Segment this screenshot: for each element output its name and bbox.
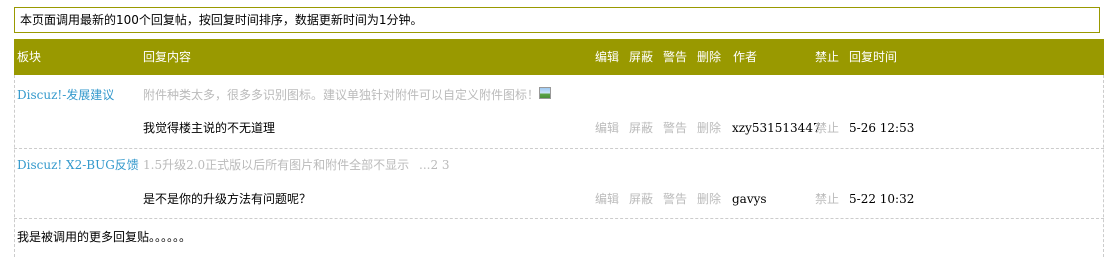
row2-thread-link[interactable]: 1.5升级2.0正式版以后所有图片和附件全部不显示 ...2 3: [143, 157, 450, 173]
table-header: 板块 回复内容 编辑 屏蔽 警告 删除 作者 禁止 回复时间: [14, 39, 1104, 75]
col-ban: 禁止: [815, 50, 840, 64]
image-icon: [539, 87, 551, 99]
notice-text: 本页面调用最新的100个回复帖，按回复时间排序，数据更新时间为1分钟。: [20, 13, 423, 27]
col-author: 作者: [733, 50, 758, 64]
row2-thread-title: 1.5升级2.0正式版以后所有图片和附件全部不显示: [143, 158, 410, 172]
row2-author-link[interactable]: gavys: [732, 191, 767, 207]
more-replies-link[interactable]: 我是被调用的更多回复贴。。。。。。: [17, 229, 191, 245]
col-content: 回复内容: [143, 50, 192, 64]
row1-delete-link[interactable]: 删除: [697, 120, 721, 136]
col-time: 回复时间: [849, 50, 898, 64]
row1-reply-text[interactable]: 我觉得楼主说的不无道理: [143, 120, 275, 136]
col-edit: 编辑: [595, 50, 620, 64]
row1-warn-link[interactable]: 警告: [663, 120, 687, 136]
row1-thread-link[interactable]: 附件种类太多，很多多识别图标。建议单独针对附件可以自定义附件图标！: [143, 87, 539, 103]
row-divider: [14, 218, 1104, 219]
row1-thread-title: 附件种类太多，很多多识别图标。建议单独针对附件可以自定义附件图标！: [143, 88, 540, 102]
row1-edit-link[interactable]: 编辑: [595, 120, 619, 136]
row2-thread-pages[interactable]: ...2 3: [419, 158, 450, 172]
row1-forum-link[interactable]: Discuz!-发展建议: [17, 87, 114, 103]
col-forum: 板块: [17, 50, 42, 64]
row1-reply-time: 5-26 12:53: [849, 121, 915, 135]
col-warn: 警告: [663, 50, 688, 64]
col-delete: 删除: [697, 50, 722, 64]
row2-block-link[interactable]: 屏蔽: [629, 191, 653, 207]
row2-ban-link[interactable]: 禁止: [815, 191, 839, 207]
row-divider: [14, 148, 1104, 149]
row1-author-link[interactable]: xzy531513447: [732, 120, 821, 136]
row2-reply-time: 5-22 10:32: [849, 192, 915, 206]
col-block: 屏蔽: [629, 50, 654, 64]
notice-banner: 本页面调用最新的100个回复帖，按回复时间排序，数据更新时间为1分钟。: [14, 7, 1100, 33]
row2-edit-link[interactable]: 编辑: [595, 191, 619, 207]
row1-ban-link[interactable]: 禁止: [815, 120, 839, 136]
row2-forum-link[interactable]: Discuz! X2-BUG反馈: [17, 157, 139, 173]
row2-delete-link[interactable]: 删除: [697, 191, 721, 207]
row2-reply-text[interactable]: 是不是你的升级方法有问题呢？: [143, 191, 311, 207]
row1-block-link[interactable]: 屏蔽: [629, 120, 653, 136]
row2-warn-link[interactable]: 警告: [663, 191, 687, 207]
